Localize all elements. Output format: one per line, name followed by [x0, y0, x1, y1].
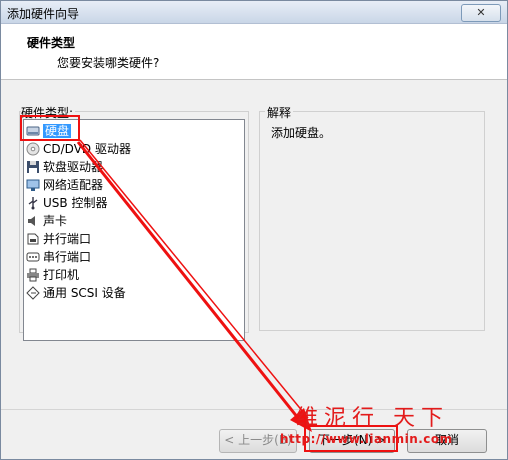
watermark-url: http://www.lianmin.com — [280, 432, 453, 446]
annotation-box-list-item — [20, 115, 80, 141]
annotation-arrow — [76, 139, 312, 432]
watermark-text: 维泥行 天下 — [296, 406, 449, 431]
